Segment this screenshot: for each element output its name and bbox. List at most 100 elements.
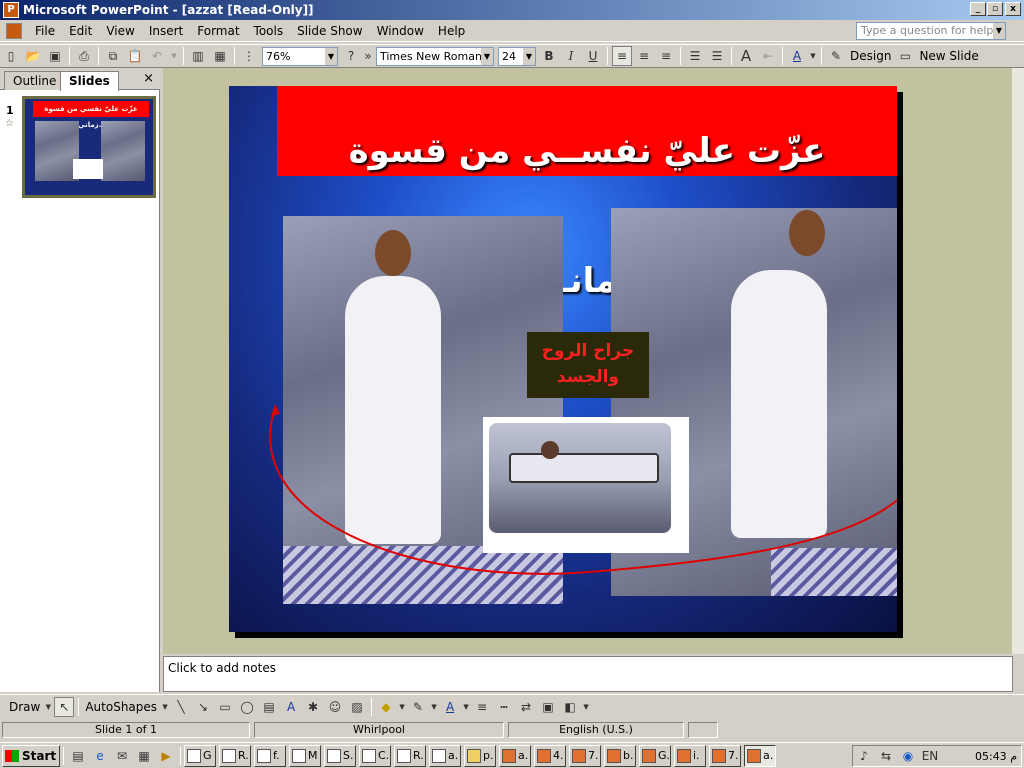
network-icon[interactable]: ⇆ <box>876 746 896 766</box>
align-center-icon[interactable]: ≡ <box>634 46 654 66</box>
taskbar-button[interactable]: 7. <box>709 744 741 767</box>
italic-button[interactable]: I <box>561 46 581 66</box>
language-icon[interactable]: EN <box>920 746 940 766</box>
grid-icon[interactable]: ⋮ <box>239 46 259 66</box>
rectangle-icon[interactable]: ▭ <box>215 697 235 717</box>
taskbar-button[interactable]: G <box>184 744 216 767</box>
menu-slide-show[interactable]: Slide Show <box>290 21 369 41</box>
paste-icon[interactable]: 📋 <box>125 46 145 66</box>
menu-window[interactable]: Window <box>370 21 431 41</box>
internet-explorer-icon[interactable]: e <box>90 746 110 766</box>
help-search-input[interactable]: Type a question for help ▼ <box>856 22 1006 40</box>
design-button[interactable]: Design <box>847 49 894 63</box>
new-slide-icon[interactable]: ▭ <box>895 46 915 66</box>
menu-edit[interactable]: Edit <box>62 21 99 41</box>
font-select[interactable]: Times New Roman ▼ <box>376 46 494 66</box>
wordart-icon[interactable]: A <box>281 697 301 717</box>
taskbar-button[interactable]: 7. <box>569 744 601 767</box>
antivirus-icon[interactable]: ◉ <box>898 746 918 766</box>
underline-button[interactable]: U <box>583 46 603 66</box>
3d-icon[interactable]: ◧ <box>560 697 580 717</box>
menu-view[interactable]: View <box>99 21 141 41</box>
increase-font-icon[interactable]: A <box>736 46 756 66</box>
chevron-down-icon[interactable]: ▼ <box>169 46 179 66</box>
vertical-scrollbar[interactable] <box>1012 68 1024 654</box>
menu-format[interactable]: Format <box>190 21 246 41</box>
outlook-icon[interactable]: ✉ <box>112 746 132 766</box>
line-style-icon[interactable]: ≡ <box>472 697 492 717</box>
design-icon[interactable]: ✎ <box>826 46 846 66</box>
font-color-icon[interactable]: A <box>787 46 807 66</box>
menu-help[interactable]: Help <box>431 21 472 41</box>
new-icon[interactable]: ▯ <box>1 46 21 66</box>
menu-tools[interactable]: Tools <box>247 21 291 41</box>
document-icon[interactable] <box>6 22 22 39</box>
arrow-icon[interactable]: ↘ <box>193 697 213 717</box>
calculator-icon[interactable]: ▦ <box>134 746 154 766</box>
slide-canvas[interactable]: عزّت عليّ نفســي من قسوة زمانــي.. جراح … <box>229 86 897 632</box>
chevron-down-icon[interactable]: ▼ <box>161 697 169 717</box>
tab-slides[interactable]: Slides <box>60 71 119 91</box>
chevron-down-icon[interactable]: ▼ <box>523 47 535 65</box>
chevron-down-icon[interactable]: ▼ <box>462 697 470 717</box>
toolbar-options-icon[interactable]: ▼ <box>582 697 590 717</box>
font-color-icon[interactable]: A <box>440 697 460 717</box>
diagram-icon[interactable]: ✱ <box>303 697 323 717</box>
taskbar-button[interactable]: C. <box>359 744 391 767</box>
arrow-style-icon[interactable]: ⇄ <box>516 697 536 717</box>
start-button[interactable]: Start <box>2 744 60 767</box>
taskbar-button[interactable]: b. <box>604 744 636 767</box>
chart-icon[interactable]: ▥ <box>188 46 208 66</box>
toolbar-options-icon[interactable]: » <box>363 46 373 66</box>
decrease-indent-icon[interactable]: ⇤ <box>758 46 778 66</box>
new-slide-button[interactable]: New Slide <box>916 49 981 63</box>
taskbar-button[interactable]: i. <box>674 744 706 767</box>
chevron-down-icon[interactable]: ▼ <box>809 46 817 66</box>
font-size-select[interactable]: 24 ▼ <box>498 46 536 66</box>
chevron-down-icon[interactable]: ▼ <box>44 697 52 717</box>
line-icon[interactable]: ╲ <box>171 697 191 717</box>
textbox-icon[interactable]: ▤ <box>259 697 279 717</box>
dash-style-icon[interactable]: ┅ <box>494 697 514 717</box>
taskbar-button[interactable]: f. <box>254 744 286 767</box>
help-icon[interactable]: ? <box>341 46 361 66</box>
picture-icon[interactable]: ▨ <box>347 697 367 717</box>
shadow-icon[interactable]: ▣ <box>538 697 558 717</box>
line-color-icon[interactable]: ✎ <box>408 697 428 717</box>
clipart-icon[interactable]: ☺ <box>325 697 345 717</box>
undo-icon[interactable]: ↶ <box>147 46 167 66</box>
notes-pane[interactable]: Click to add notes <box>163 656 1013 692</box>
numbering-icon[interactable]: ☰ <box>685 46 705 66</box>
taskbar-button[interactable]: M <box>289 744 321 767</box>
minimize-button[interactable]: _ <box>970 2 986 16</box>
slide-thumbnail[interactable]: عزّت عليّ نفسي من قسوة زماني.. <box>22 96 156 198</box>
close-button[interactable]: x <box>1005 2 1021 16</box>
tab-outline[interactable]: Outline <box>4 71 66 90</box>
chevron-down-icon[interactable]: ▼ <box>430 697 438 717</box>
taskbar-button[interactable]: a. <box>499 744 531 767</box>
taskbar-button[interactable]: S. <box>324 744 356 767</box>
open-folder-icon[interactable]: 📂 <box>23 46 43 66</box>
zoom-select[interactable]: 76% ▼ <box>262 46 338 66</box>
taskbar-button[interactable]: R. <box>394 744 426 767</box>
copy-icon[interactable]: ⧉ <box>103 46 123 66</box>
taskbar-button[interactable]: p. <box>464 744 496 767</box>
table-icon[interactable]: ▦ <box>210 46 230 66</box>
taskbar-button[interactable]: G. <box>639 744 671 767</box>
fill-color-icon[interactable]: ◆ <box>376 697 396 717</box>
show-desktop-icon[interactable]: ▤ <box>68 746 88 766</box>
taskbar-button[interactable]: 4. <box>534 744 566 767</box>
draw-menu[interactable]: Draw <box>6 700 43 714</box>
media-player-icon[interactable]: ▶ <box>156 746 176 766</box>
taskbar-button[interactable]: R. <box>219 744 251 767</box>
chevron-down-icon[interactable]: ▼ <box>481 47 493 65</box>
close-icon[interactable]: × <box>143 71 154 86</box>
select-pointer-icon[interactable]: ↖ <box>54 696 75 717</box>
menu-file[interactable]: File <box>28 21 62 41</box>
chevron-down-icon[interactable]: ▼ <box>325 47 337 65</box>
chevron-down-icon[interactable]: ▼ <box>398 697 406 717</box>
save-icon[interactable]: ▣ <box>45 46 65 66</box>
maximize-button[interactable]: ▫ <box>987 2 1003 16</box>
taskbar-button-active[interactable]: a. <box>744 744 776 767</box>
chevron-down-icon[interactable]: ▼ <box>993 23 1005 39</box>
